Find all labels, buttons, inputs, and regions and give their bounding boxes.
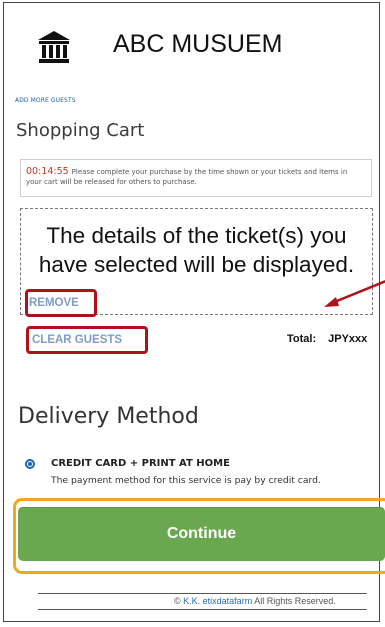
total-value: JPYxxx: [328, 333, 368, 345]
site-title: ABC MUSUEM: [113, 30, 283, 58]
ticket-details-placeholder: The details of the ticket(s) you have se…: [38, 223, 355, 277]
timer-message: Please complete your purchase by the tim…: [26, 168, 348, 186]
page-title: Shopping Cart: [16, 120, 145, 141]
delivery-method-title: Delivery Method: [18, 404, 199, 429]
rights-text: All Rights Reserved.: [254, 596, 336, 606]
cart-total: Total: JPYxxx: [287, 333, 367, 345]
delivery-radio[interactable]: [25, 459, 35, 469]
museum-icon: [36, 29, 72, 65]
footer-divider-bottom: [38, 609, 367, 610]
remove-highlight: [25, 289, 97, 317]
annotation-arrow-icon: [324, 280, 385, 307]
footer-divider-top: [38, 593, 367, 594]
continue-highlight: [13, 498, 385, 574]
total-label: Total:: [287, 333, 317, 345]
delivery-option-label[interactable]: CREDIT CARD + PRINT AT HOME: [51, 458, 230, 469]
company-link[interactable]: K.K. etixdatafarm: [183, 596, 252, 606]
countdown-timer: 00:14:55: [26, 166, 69, 177]
add-more-guests-link[interactable]: ADD MORE GUESTS: [15, 97, 76, 104]
clear-guests-highlight: [26, 326, 148, 354]
delivery-option-note: The payment method for this service is p…: [51, 475, 321, 486]
timer-notice: 00:14:55 Please complete your purchase by…: [20, 159, 372, 197]
page-frame: ABC MUSUEM ADD MORE GUESTS Shopping Cart…: [3, 2, 385, 622]
footer: © K.K. etixdatafarm All Rights Reserved.: [174, 596, 336, 606]
copyright-symbol: ©: [174, 596, 181, 606]
